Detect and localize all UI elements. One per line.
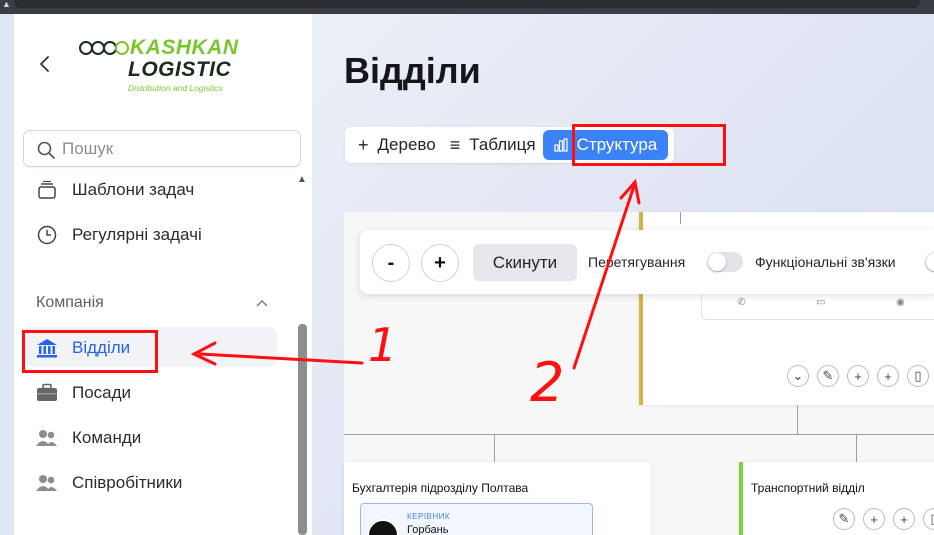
list-icon: ≡ — [449, 135, 461, 155]
avatar — [367, 519, 399, 535]
search-input[interactable] — [62, 138, 292, 160]
sidebar-item-teams[interactable]: Команди — [36, 420, 276, 456]
page-title: Відділи — [344, 50, 481, 91]
annotation-highlight-departments — [22, 330, 158, 373]
sidebar-section-company[interactable]: Компанія — [36, 292, 268, 314]
pencil-icon[interactable]: ✎ — [833, 508, 855, 530]
node-actions: ✎ + + ▯ — [833, 508, 934, 530]
sidebar-item-task-templates[interactable]: Шаблони задач — [36, 172, 276, 208]
connector-line — [856, 434, 857, 462]
node-actions: ⌄ ✎ + + ▯ — [787, 365, 929, 387]
logo-text-primary: KASHKAN — [130, 36, 239, 59]
logo-tagline: Distribution and Logistics — [128, 83, 223, 93]
sidebar-item-label: Співробітники — [72, 473, 183, 492]
eye-icon[interactable]: ◉ — [896, 297, 905, 308]
pencil-icon[interactable]: ✎ — [817, 365, 839, 387]
department-name: Бухгалтерія підрозділу Полтава — [352, 481, 529, 495]
functional-links-toggle[interactable] — [925, 252, 934, 272]
tab-label: Таблиця — [469, 135, 536, 154]
connector-line — [680, 212, 681, 224]
sidebar-item-label: Посади — [72, 383, 132, 402]
org-node-card[interactable]: Транспортний відділ ✎ + + ▯ — [739, 462, 934, 535]
sidebar: KASHKAN LOGISTIC Distribution and Logist… — [14, 14, 312, 535]
connector-line — [344, 434, 934, 435]
logo-text-secondary: LOGISTIC — [128, 58, 232, 81]
annotation-mark-1: 1 — [368, 318, 398, 372]
org-node-card[interactable]: Бухгалтерія підрозділу Полтава КЕРІВНИК … — [344, 462, 651, 535]
sidebar-item-label: Команди — [72, 428, 142, 447]
chevron-down-icon[interactable]: ⌄ — [787, 365, 809, 387]
annotation-highlight-structure-tab — [572, 124, 726, 166]
department-lead-card[interactable]: КЕРІВНИК Горбань — [360, 503, 593, 535]
lead-role-label: КЕРІВНИК — [407, 512, 451, 521]
window-top-bar: ▲ — [0, 0, 934, 14]
template-stack-icon — [36, 179, 58, 201]
reset-button[interactable]: Скинути — [473, 244, 577, 281]
clock-icon — [36, 224, 58, 246]
drag-toggle[interactable] — [707, 252, 743, 272]
briefcase-icon — [36, 382, 58, 404]
trash-icon[interactable]: ▯ — [907, 365, 929, 387]
plus-icon[interactable]: + — [847, 365, 869, 387]
plus-icon[interactable]: + — [863, 508, 885, 530]
browser-chrome — [14, 0, 920, 8]
users-icon — [36, 472, 58, 494]
connector-line — [797, 405, 798, 434]
sidebar-scrollbar-thumb[interactable] — [298, 324, 307, 535]
search-icon — [37, 141, 55, 159]
logo-rings-icon — [79, 41, 129, 55]
company-logo: KASHKAN LOGISTIC Distribution and Logist… — [78, 36, 268, 100]
section-label: Компанія — [36, 294, 104, 311]
plus-icon[interactable]: + — [877, 365, 899, 387]
sidebar-item-employees[interactable]: Співробітники — [36, 465, 276, 501]
annotation-mark-2: 2 — [530, 351, 565, 414]
canvas-toolbar: - + Скинути Перетягування Функціональні … — [360, 230, 934, 294]
sidebar-item-positions[interactable]: Посади — [36, 375, 276, 411]
main-content: Відділи + Дерево ≡ Таблиця Структура ✆ ▭… — [312, 14, 934, 535]
department-name: Транспортний відділ — [751, 481, 865, 495]
users-icon — [36, 427, 58, 449]
back-chevron-icon[interactable] — [38, 54, 52, 74]
search-box[interactable] — [23, 130, 301, 167]
sidebar-item-recurring-tasks[interactable]: Регулярні задачі — [36, 217, 276, 253]
plus-icon: + — [358, 135, 369, 155]
phone-icon[interactable]: ✆ — [737, 297, 745, 308]
plus-icon[interactable]: + — [893, 508, 915, 530]
zoom-out-button[interactable]: - — [372, 244, 410, 282]
scrollbar-up-arrow-icon[interactable]: ▲ — [297, 174, 307, 185]
chat-icon[interactable]: ▭ — [816, 297, 825, 308]
tab-label: Дерево — [377, 135, 436, 154]
chevron-up-icon[interactable] — [256, 299, 268, 307]
trash-icon[interactable]: ▯ — [923, 508, 934, 530]
tab-tree[interactable]: + Дерево — [351, 130, 443, 160]
scroll-up-arrow-icon[interactable]: ▲ — [2, 0, 11, 9]
sidebar-item-label: Регулярні задачі — [72, 225, 202, 244]
connector-line — [494, 434, 495, 462]
tab-table[interactable]: ≡ Таблиця — [443, 130, 543, 160]
zoom-in-button[interactable]: + — [421, 244, 459, 282]
lead-name: Горбань — [407, 524, 449, 535]
functional-links-toggle-label: Функціональні зв'язки — [755, 254, 896, 270]
drag-toggle-label: Перетягування — [588, 254, 686, 270]
bar-chart-icon — [554, 138, 568, 152]
sidebar-item-label: Шаблони задач — [72, 180, 195, 199]
